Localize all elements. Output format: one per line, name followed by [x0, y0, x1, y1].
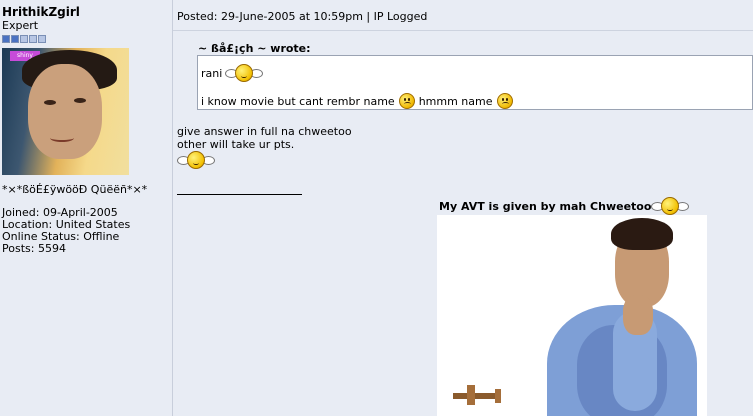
sig-image-hair	[611, 218, 673, 250]
post-body-line-2: other will take ur pts.	[177, 138, 295, 151]
clapping-smiley-icon	[225, 64, 264, 82]
clapping-smiley-icon	[651, 197, 690, 215]
rank-star-icon	[2, 35, 10, 43]
user-avatar: shiny	[2, 48, 129, 175]
quote-text-2a: i know movie but cant rembr name	[201, 94, 395, 108]
clapping-smiley-icon	[177, 151, 215, 169]
avatar-face	[28, 64, 102, 159]
post-body: give answer in full na chweetoo other wi…	[177, 125, 352, 151]
sig-image-hand	[623, 295, 653, 335]
quote-box: rani i know movie but cant rembr name hm…	[197, 55, 753, 110]
post-header-divider	[173, 30, 753, 31]
user-sidebar: HrithikZgirl Expert shiny *×*ßöÉ£ÿwööÐ Q…	[0, 0, 173, 416]
avatar-mouth	[50, 134, 74, 142]
posted-info: Posted: 29-June-2005 at 10:59pm | IP Log…	[177, 10, 428, 23]
post-body-line-1: give answer in full na chweetoo	[177, 125, 352, 138]
rank-star-icon	[29, 35, 37, 43]
signature-divider	[177, 194, 302, 195]
signature-caption: My AVT is given by mah Chweetoo	[439, 197, 690, 215]
user-stats: Joined: 09-April-2005 Location: United S…	[2, 207, 172, 255]
post-content: Posted: 29-June-2005 at 10:59pm | IP Log…	[173, 0, 753, 416]
user-signature-name: *×*ßöÉ£ÿwööÐ Qüëëñ*×*	[2, 183, 148, 196]
quote-line-1: rani	[201, 64, 264, 82]
post-count: Posts: 5594	[2, 242, 66, 255]
rank-star-icon	[38, 35, 46, 43]
post-emoticon	[177, 151, 215, 169]
quote-text-1: rani	[201, 66, 223, 80]
username[interactable]: HrithikZgirl	[2, 5, 172, 19]
toy-plane-icon	[453, 385, 501, 405]
quote-line-2: i know movie but cant rembr name hmmm na…	[201, 93, 513, 109]
quote-text-2b: hmmm name	[418, 94, 493, 108]
user-rank: Expert	[2, 19, 39, 32]
rank-star-icon	[11, 35, 19, 43]
sad-smiley-icon	[496, 93, 513, 109]
avatar-eye	[44, 100, 56, 105]
rank-stars	[2, 35, 172, 44]
rank-star-icon	[20, 35, 28, 43]
quote-title: ~ ßå£¡çh ~ wrote:	[198, 42, 311, 55]
signature-image	[437, 215, 707, 416]
avatar-eye	[74, 98, 86, 103]
sad-smiley-icon	[398, 93, 415, 109]
signature-caption-text: My AVT is given by mah Chweetoo	[439, 199, 652, 213]
